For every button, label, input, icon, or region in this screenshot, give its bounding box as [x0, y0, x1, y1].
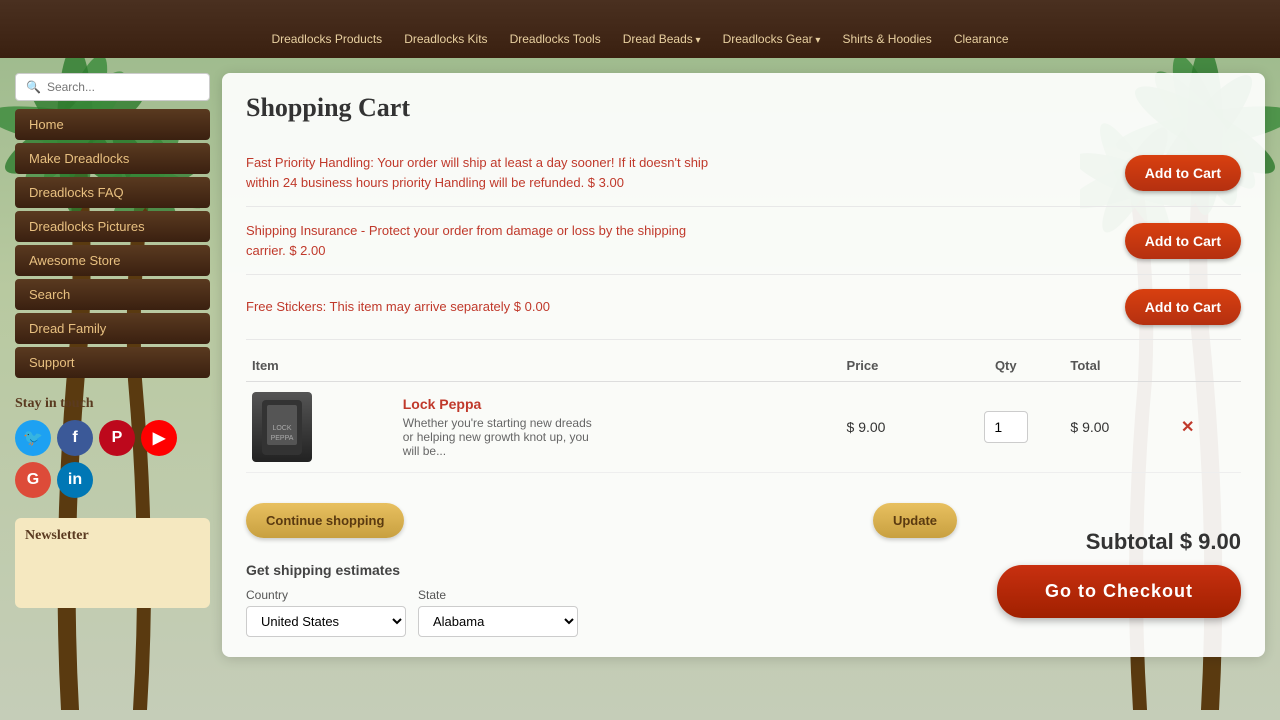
bottom-area: Continue shopping Update Get shipping es… — [246, 479, 1241, 637]
col-price: Price — [841, 350, 948, 382]
nav-item-kits[interactable]: Dreadlocks Kits — [394, 28, 497, 50]
state-select[interactable]: Alabama Alaska Arizona California — [418, 606, 578, 637]
upsell-priority-text: Fast Priority Handling: Your order will … — [246, 153, 726, 192]
main-content: Shopping Cart Fast Priority Handling: Yo… — [222, 73, 1265, 705]
upsell-priority: Fast Priority Handling: Your order will … — [246, 139, 1241, 207]
sidebar-item-store[interactable]: Awesome Store — [15, 245, 210, 276]
shipping-title: Get shipping estimates — [246, 562, 957, 578]
social-twitter-icon[interactable]: 🐦 — [15, 420, 51, 456]
sidebar: 🔍 Home Make Dreadlocks Dreadlocks FAQ Dr… — [15, 73, 210, 705]
newsletter-title: Newsletter — [25, 528, 200, 544]
svg-text:PEPPA: PEPPA — [271, 435, 294, 442]
checkout-button[interactable]: Go to Checkout — [997, 565, 1241, 618]
search-box[interactable]: 🔍 — [15, 73, 210, 101]
cart-actions: Continue shopping Update — [246, 495, 957, 538]
topbar: Dreadlocks Products Dreadlocks Kits Drea… — [0, 0, 1280, 58]
sidebar-item-search[interactable]: Search — [15, 279, 210, 310]
sidebar-item-home[interactable]: Home — [15, 109, 210, 140]
shipping-section: Get shipping estimates Country United St… — [246, 552, 957, 637]
social-youtube-icon[interactable]: ▶ — [141, 420, 177, 456]
nav-item-shirts[interactable]: Shirts & Hoodies — [832, 28, 941, 50]
nav-item-beads[interactable]: Dread Beads — [613, 28, 711, 50]
search-input[interactable] — [47, 80, 199, 94]
add-priority-button[interactable]: Add to Cart — [1125, 155, 1241, 191]
col-item: Item — [246, 350, 397, 382]
total-cell: $ 9.00 — [1064, 382, 1171, 473]
upsell-insurance: Shipping Insurance - Protect your order … — [246, 207, 1241, 275]
newsletter-box: Newsletter — [15, 518, 210, 608]
product-name: Lock Peppa — [403, 396, 835, 412]
state-label: State — [418, 588, 578, 602]
update-cart-button[interactable]: Update — [873, 503, 957, 538]
sidebar-item-pictures[interactable]: Dreadlocks Pictures — [15, 211, 210, 242]
product-thumbnail-cell: LOCK PEPPA — [246, 382, 397, 473]
remove-button[interactable]: ✕ — [1177, 413, 1198, 441]
social-pinterest-icon[interactable]: P — [99, 420, 135, 456]
shipping-row: Country United States Canada United King… — [246, 588, 957, 637]
cart-panel: Shopping Cart Fast Priority Handling: Yo… — [222, 73, 1265, 657]
nav-item-products[interactable]: Dreadlocks Products — [261, 28, 392, 50]
stay-in-touch-title: Stay in touch — [15, 396, 210, 412]
continue-shopping-button[interactable]: Continue shopping — [246, 503, 404, 538]
cart-row: LOCK PEPPA Lock Peppa Whether you're sta… — [246, 382, 1241, 473]
product-thumbnail: LOCK PEPPA — [252, 392, 312, 462]
sidebar-item-make-dreadlocks[interactable]: Make Dreadlocks — [15, 143, 210, 174]
social-facebook-icon[interactable]: f — [57, 420, 93, 456]
social-linkedin-icon[interactable]: in — [57, 462, 93, 498]
qty-cell — [947, 382, 1064, 473]
svg-text:LOCK: LOCK — [272, 425, 291, 432]
state-group: State Alabama Alaska Arizona California — [418, 588, 578, 637]
subtotal: Subtotal $ 9.00 — [997, 529, 1241, 555]
upsell-insurance-text: Shipping Insurance - Protect your order … — [246, 221, 726, 260]
remove-cell: ✕ — [1171, 382, 1241, 473]
product-info-cell: Lock Peppa Whether you're starting new d… — [397, 382, 841, 473]
product-description: Whether you're starting new dreads or he… — [403, 416, 603, 458]
sidebar-nav: Home Make Dreadlocks Dreadlocks FAQ Drea… — [15, 109, 210, 378]
country-label: Country — [246, 588, 406, 602]
price-cell: $ 9.00 — [841, 382, 948, 473]
country-select[interactable]: United States Canada United Kingdom Aust… — [246, 606, 406, 637]
cart-title: Shopping Cart — [246, 93, 1241, 123]
social-icons: 🐦 f P ▶ G in — [15, 420, 210, 498]
sidebar-item-faq[interactable]: Dreadlocks FAQ — [15, 177, 210, 208]
social-google-icon[interactable]: G — [15, 462, 51, 498]
col-remove — [1171, 350, 1241, 382]
subtotal-value: $ 9.00 — [1180, 529, 1241, 554]
upsell-stickers-text: Free Stickers: This item may arrive sepa… — [246, 297, 550, 317]
col-total: Total — [1064, 350, 1171, 382]
qty-input[interactable] — [984, 411, 1028, 443]
sidebar-item-family[interactable]: Dread Family — [15, 313, 210, 344]
add-stickers-button[interactable]: Add to Cart — [1125, 289, 1241, 325]
nav-menu: Dreadlocks Products Dreadlocks Kits Drea… — [261, 8, 1018, 50]
search-icon: 🔍 — [26, 80, 41, 94]
main-layout: 🔍 Home Make Dreadlocks Dreadlocks FAQ Dr… — [0, 58, 1280, 720]
subtotal-label: Subtotal — [1086, 529, 1174, 554]
add-insurance-button[interactable]: Add to Cart — [1125, 223, 1241, 259]
col-product — [397, 350, 841, 382]
col-qty: Qty — [947, 350, 1064, 382]
stay-in-touch: Stay in touch 🐦 f P ▶ G in — [15, 396, 210, 498]
right-bottom: Subtotal $ 9.00 Go to Checkout — [957, 479, 1241, 618]
country-group: Country United States Canada United King… — [246, 588, 406, 637]
cart-table: Item Price Qty Total — [246, 350, 1241, 473]
left-bottom: Continue shopping Update Get shipping es… — [246, 479, 957, 637]
nav-item-clearance[interactable]: Clearance — [944, 28, 1019, 50]
nav-item-tools[interactable]: Dreadlocks Tools — [500, 28, 611, 50]
nav-item-gear[interactable]: Dreadlocks Gear — [713, 28, 831, 50]
upsell-stickers: Free Stickers: This item may arrive sepa… — [246, 275, 1241, 340]
sidebar-item-support[interactable]: Support — [15, 347, 210, 378]
